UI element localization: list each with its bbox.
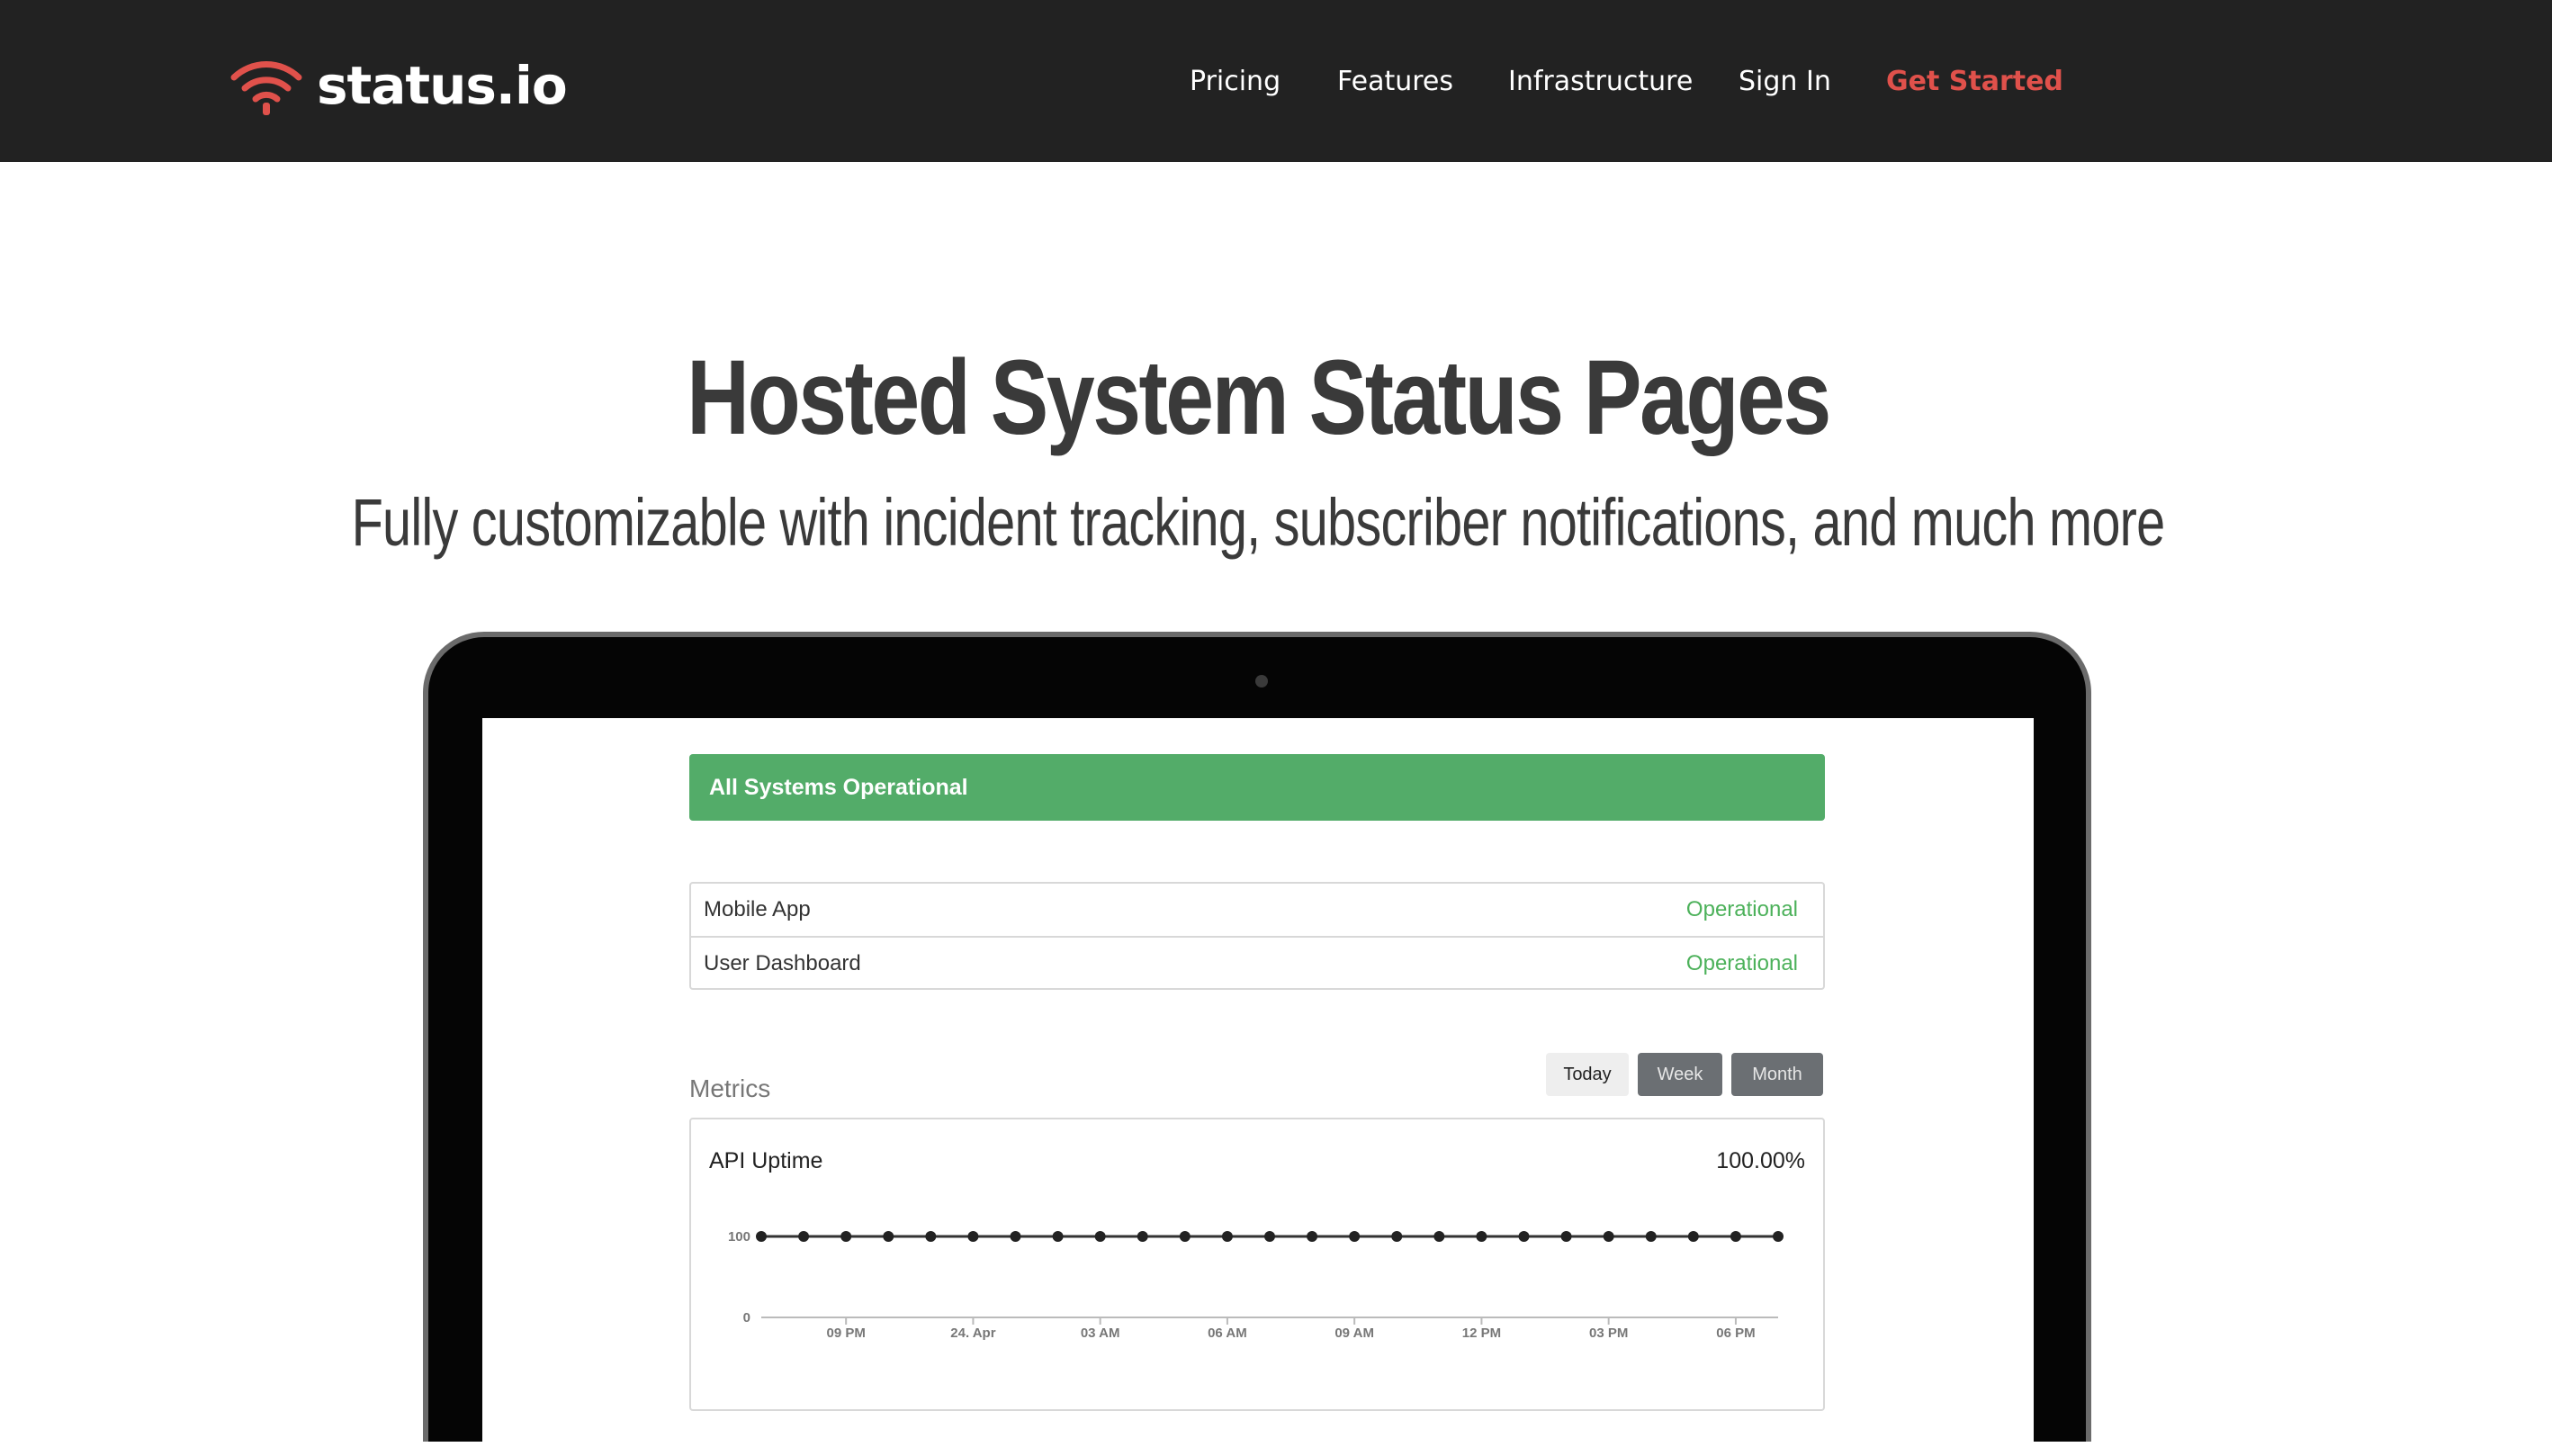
data-point (1773, 1231, 1784, 1242)
x-tick-label: 24. Apr (950, 1326, 995, 1341)
data-point (1687, 1231, 1699, 1242)
data-point (1137, 1231, 1148, 1242)
data-point (1560, 1231, 1572, 1242)
x-tick-label: 09 PM (826, 1326, 865, 1341)
component-row: User Dashboard Operational (691, 936, 1823, 988)
data-point (967, 1231, 979, 1242)
data-point (925, 1231, 937, 1242)
hero-subtitle: Fully customizable with incident trackin… (351, 485, 2166, 560)
x-tick-label: 03 PM (1589, 1326, 1628, 1341)
data-point (1179, 1231, 1191, 1242)
y-tick-label: 100 (728, 1229, 750, 1245)
x-tick-label: 12 PM (1462, 1326, 1501, 1341)
data-point (883, 1231, 894, 1242)
components-list: Mobile App Operational User Dashboard Op… (689, 882, 1825, 990)
nav-pricing-link[interactable]: Pricing (1190, 59, 1280, 104)
component-name: User Dashboard (704, 951, 861, 975)
data-point (1391, 1231, 1403, 1242)
x-tick-label: 06 PM (1716, 1326, 1755, 1341)
data-point (1645, 1231, 1657, 1242)
data-point (840, 1231, 852, 1242)
laptop-camera (1255, 675, 1268, 688)
data-point (1603, 1231, 1614, 1242)
nav-links: Pricing Features Infrastructure Sign In … (0, 59, 2552, 104)
nav-sign-in-link[interactable]: Sign In (1739, 59, 1831, 104)
metric-name: API Uptime (709, 1148, 823, 1173)
x-tick-label: 09 AM (1334, 1326, 1374, 1341)
range-month-button[interactable]: Month (1731, 1053, 1823, 1096)
data-point (1476, 1231, 1487, 1242)
x-tick-label: 03 AM (1081, 1326, 1120, 1341)
range-today-button[interactable]: Today (1546, 1053, 1629, 1096)
hero-title: Hosted System Status Pages (687, 338, 1831, 457)
nav-features-link[interactable]: Features (1337, 59, 1453, 104)
range-week-button[interactable]: Week (1638, 1053, 1722, 1096)
data-point (1221, 1231, 1233, 1242)
data-point (1433, 1231, 1445, 1242)
data-point (1010, 1231, 1021, 1242)
metric-panel: API Uptime 100.00% 0 100 09 PM 24. Apr 03 AM… (689, 1118, 1825, 1411)
x-tick-label: 06 AM (1208, 1326, 1247, 1341)
y-tick-label: 0 (743, 1310, 750, 1326)
component-status: Operational (1685, 951, 1798, 975)
data-point (798, 1231, 810, 1242)
data-point (756, 1231, 767, 1242)
component-name: Mobile App (704, 897, 811, 921)
data-point (1518, 1231, 1530, 1242)
nav-get-started-link[interactable]: Get Started (1886, 59, 2063, 104)
overall-status-banner: All Systems Operational (689, 754, 1825, 821)
data-point (1307, 1231, 1318, 1242)
data-point (1094, 1231, 1106, 1242)
component-status: Operational (1685, 897, 1798, 921)
uptime-line-chart: 0 100 09 PM 24. Apr 03 AM 06 AM 09 AM 12 PM 03 P… (728, 1229, 1784, 1341)
component-row: Mobile App Operational (691, 884, 1823, 936)
laptop-mockup: All Systems Operational Mobile App Opera… (423, 632, 2091, 1456)
data-point (1349, 1231, 1361, 1242)
nav-infrastructure-link[interactable]: Infrastructure (1508, 59, 1693, 104)
data-point (1730, 1231, 1741, 1242)
data-point (1052, 1231, 1064, 1242)
metrics-heading: Metrics (689, 1074, 771, 1102)
metric-value: 100.00% (1716, 1148, 1805, 1173)
laptop-screen: All Systems Operational Mobile App Opera… (482, 718, 2034, 1456)
top-navbar: status.io Pricing Features Infrastructur… (0, 0, 2552, 162)
data-point (1264, 1231, 1275, 1242)
